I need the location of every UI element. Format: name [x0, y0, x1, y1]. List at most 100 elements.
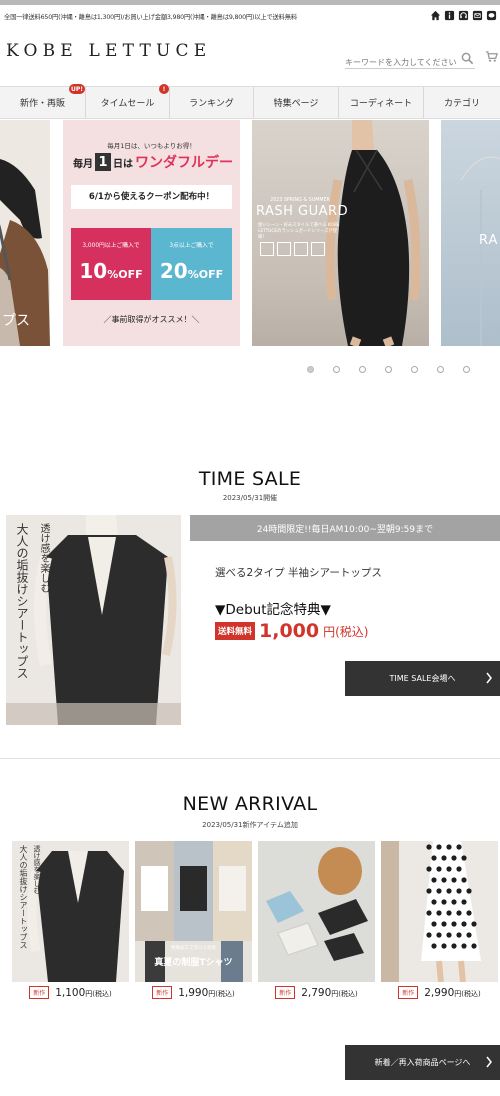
coupon-off: %OFF	[107, 268, 143, 281]
nav-label: 特集ページ	[273, 99, 319, 109]
nav-coordinate[interactable]: コーディネート	[339, 87, 424, 118]
headset-icon[interactable]	[458, 10, 469, 21]
line-icon[interactable]	[486, 10, 497, 21]
cart-icon[interactable]	[485, 50, 498, 63]
coupon-10off: 3,000円以上ご購入で 10%OFF	[71, 228, 151, 300]
product-image[interactable]	[381, 841, 498, 982]
polka-dot	[471, 943, 477, 949]
polka-dot	[461, 921, 467, 927]
polka-dot	[451, 921, 457, 927]
product-card[interactable]: 新作 2,990円(税込)	[381, 841, 498, 999]
product-card[interactable]: 新作 2,790円(税込)	[258, 841, 375, 999]
time-sale-title: TIME SALE	[198, 468, 302, 490]
slide-rash-guard[interactable]: 2023 SPRING & SUMMER RASH GUARD 使いシーン・好み…	[252, 120, 429, 346]
time-sale-button[interactable]: TIME SALE会場へ	[345, 661, 500, 696]
slide-shoes[interactable]: プス	[0, 120, 50, 346]
nav-new-arrival[interactable]: 新作・再販 UP!	[0, 84, 86, 118]
polka-dot	[436, 888, 442, 894]
nav-ranking[interactable]: ランキング	[170, 87, 254, 118]
new-arrival-title: NEW ARRIVAL	[182, 793, 318, 815]
new-badge: 新作	[152, 986, 173, 999]
info-icon[interactable]	[444, 10, 455, 21]
polka-dot	[441, 877, 447, 883]
slide-partial-right[interactable]: RA	[441, 120, 500, 346]
stretch-icon	[311, 242, 325, 256]
slide-title: RASH GUARD	[256, 204, 349, 219]
new-badge: 新作	[398, 986, 419, 999]
carousel-dot[interactable]	[333, 366, 340, 373]
carousel-dot[interactable]	[307, 366, 314, 373]
debut-bonus: ▼Debut記念特典▼	[215, 602, 331, 618]
polka-dot	[446, 866, 452, 872]
carousel-dot[interactable]	[385, 366, 392, 373]
nav-feature[interactable]: 特集ページ	[254, 87, 339, 118]
time-sale-product-image[interactable]: 透け感を楽しむ 大人の垢抜けシアートップス	[6, 515, 181, 725]
slide-text: プス	[2, 313, 30, 329]
chevron-right-icon	[486, 1056, 492, 1068]
carousel-dot[interactable]	[359, 366, 366, 373]
polka-dot	[436, 866, 442, 872]
polka-dot	[451, 943, 457, 949]
polka-dot	[451, 877, 457, 883]
new-badge: 新作	[29, 986, 50, 999]
image-copy: 大人の垢抜けシアートップス	[19, 845, 28, 949]
nav-time-sale[interactable]: タイムセール !	[86, 84, 170, 118]
slide-wonderful-day[interactable]: 毎月1日は、いつもよりお得！ 毎月 1 日は ワンダフルデー 6/1から使えるク…	[63, 120, 240, 346]
utility-icons	[430, 10, 497, 21]
product-image[interactable]	[258, 841, 375, 982]
search-bar	[345, 50, 475, 71]
polka-dot	[461, 943, 467, 949]
polka-dot	[436, 910, 442, 916]
polka-dot	[431, 943, 437, 949]
new-arrival-button[interactable]: 新着／再入荷商品ページへ	[345, 1045, 500, 1080]
nav-label: ランキング	[189, 99, 234, 109]
polka-dot	[436, 844, 442, 850]
polka-dot	[456, 932, 462, 938]
product-card[interactable]: 透け感を楽しむ 大人の垢抜けシアートップス 新作 1,100円(税込)	[12, 841, 129, 999]
button-label: TIME SALE会場へ	[389, 674, 456, 683]
mail-icon[interactable]	[472, 10, 483, 21]
polka-dot	[451, 855, 457, 861]
coupon-number: 10	[79, 259, 108, 283]
product-image[interactable]: 特殊加工で汗ジミ対策 真夏の制服Tシャツ	[135, 841, 252, 982]
carousel-dot[interactable]	[437, 366, 444, 373]
site-logo[interactable]: KOBE LETTUCE	[6, 41, 211, 61]
coupon-off: %OFF	[187, 268, 224, 281]
polka-dot	[426, 932, 432, 938]
price-tax: (税込)	[215, 989, 235, 998]
slide-top-text: 毎月1日は、いつもよりお得！	[107, 142, 196, 150]
home-icon[interactable]	[430, 10, 441, 21]
product-card[interactable]: 特殊加工で汗ジミ対策 真夏の制服Tシャツ 新作 1,990円(税込)	[135, 841, 252, 999]
nav-label: コーディネート	[349, 99, 413, 109]
carousel-dots	[307, 366, 470, 373]
sheer-top-image	[27, 851, 124, 982]
polka-dot	[431, 877, 437, 883]
search-input[interactable]	[345, 54, 457, 71]
price-number: 1,100	[55, 986, 86, 999]
coupon-condition: 3,000円以上ご購入で	[82, 243, 140, 249]
polka-dot	[456, 910, 462, 916]
polka-dot	[426, 910, 432, 916]
product-price: 2,990円(税込)	[424, 987, 481, 999]
carousel-dot[interactable]	[463, 366, 470, 373]
search-icon[interactable]	[461, 52, 474, 65]
dot-skirt-image	[381, 841, 481, 982]
nav-label: 新作・再販	[19, 99, 65, 109]
product-info: 新作 2,990円(税込)	[381, 986, 498, 999]
coupon-number: 20	[159, 259, 188, 283]
slide-note: ／事前取得がオススメ！＼	[103, 315, 200, 324]
headline-part: 日は	[113, 158, 133, 170]
headline-part: 毎月	[73, 158, 93, 170]
time-sale-date: 2023/05/31開催	[222, 494, 278, 502]
time-sale-product-name[interactable]: 選べる2タイプ 半袖シアートップス	[215, 565, 382, 580]
polka-dot	[431, 899, 437, 905]
price-tax: (税込)	[338, 989, 358, 998]
headline-day: 1	[95, 153, 111, 171]
product-image[interactable]: 透け感を楽しむ 大人の垢抜けシアートップス	[12, 841, 129, 982]
headline-wonderful: ワンダフルデー	[135, 155, 233, 171]
hero-carousel[interactable]: プス 毎月1日は、いつもよりお得！ 毎月 1 日は ワンダフルデー 6/1から使…	[0, 120, 500, 346]
nav-category[interactable]: カテゴリ	[424, 87, 500, 118]
polka-dot	[431, 855, 437, 861]
polka-dot	[426, 888, 432, 894]
carousel-dot[interactable]	[411, 366, 418, 373]
